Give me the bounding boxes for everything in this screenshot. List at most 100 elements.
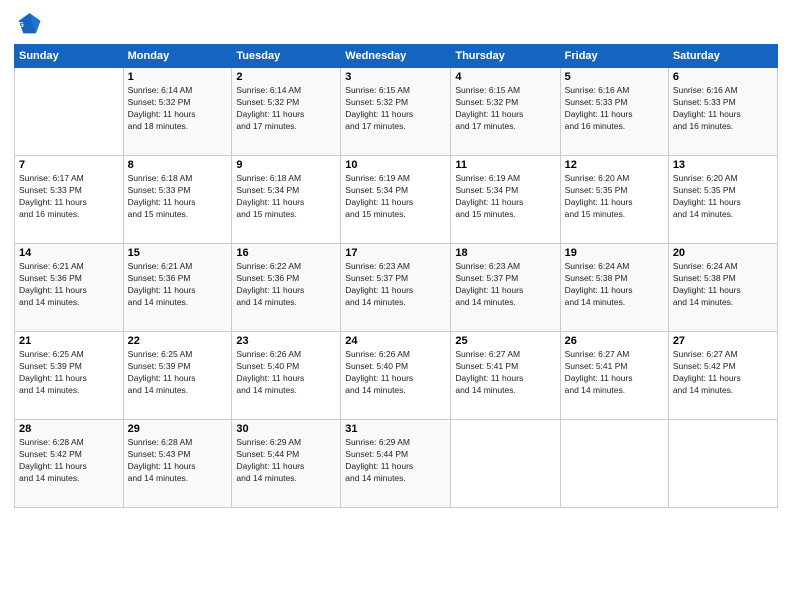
week-row-4: 21 Sunrise: 6:25 AMSunset: 5:39 PMDayligh… bbox=[15, 332, 778, 420]
day-cell: 5 Sunrise: 6:16 AMSunset: 5:33 PMDaylight… bbox=[560, 68, 668, 156]
day-info: Sunrise: 6:18 AMSunset: 5:34 PMDaylight:… bbox=[236, 173, 336, 221]
day-info: Sunrise: 6:16 AMSunset: 5:33 PMDaylight:… bbox=[565, 85, 664, 133]
day-number: 12 bbox=[565, 159, 664, 171]
day-cell: 3 Sunrise: 6:15 AMSunset: 5:32 PMDaylight… bbox=[341, 68, 451, 156]
col-header-monday: Monday bbox=[123, 45, 232, 68]
day-number: 18 bbox=[455, 247, 555, 259]
day-cell: 31Sunrise: 6:29 AMSunset: 5:44 PMDayligh… bbox=[341, 420, 451, 508]
day-cell: 2 Sunrise: 6:14 AMSunset: 5:32 PMDaylight… bbox=[232, 68, 341, 156]
day-number: 25 bbox=[455, 335, 555, 347]
day-number: 24 bbox=[345, 335, 446, 347]
day-cell: 11 Sunrise: 6:19 AMSunset: 5:34 PMDayligh… bbox=[451, 156, 560, 244]
day-cell: 28Sunrise: 6:28 AMSunset: 5:42 PMDayligh… bbox=[15, 420, 124, 508]
day-number: 23 bbox=[236, 335, 336, 347]
day-number: 11 bbox=[455, 159, 555, 171]
day-cell: 29 Sunrise: 6:28 AMSunset: 5:43 PMDayligh… bbox=[123, 420, 232, 508]
header: G bbox=[14, 10, 778, 38]
day-cell: 6Sunrise: 6:16 AMSunset: 5:33 PMDaylight… bbox=[668, 68, 777, 156]
day-cell: 25Sunrise: 6:27 AMSunset: 5:41 PMDayligh… bbox=[451, 332, 560, 420]
logo: G bbox=[14, 10, 46, 38]
day-number: 1 bbox=[128, 71, 228, 83]
day-number: 8 bbox=[128, 159, 228, 171]
day-cell: 12 Sunrise: 6:20 AMSunset: 5:35 PMDayligh… bbox=[560, 156, 668, 244]
day-info: Sunrise: 6:24 AMSunset: 5:38 PMDaylight:… bbox=[673, 261, 773, 309]
day-number: 26 bbox=[565, 335, 664, 347]
day-cell: 9 Sunrise: 6:18 AMSunset: 5:34 PMDaylight… bbox=[232, 156, 341, 244]
week-row-2: 7Sunrise: 6:17 AMSunset: 5:33 PMDaylight… bbox=[15, 156, 778, 244]
week-row-5: 28Sunrise: 6:28 AMSunset: 5:42 PMDayligh… bbox=[15, 420, 778, 508]
day-info: Sunrise: 6:27 AMSunset: 5:41 PMDaylight:… bbox=[565, 349, 664, 397]
col-header-wednesday: Wednesday bbox=[341, 45, 451, 68]
day-info: Sunrise: 6:21 AMSunset: 5:36 PMDaylight:… bbox=[128, 261, 228, 309]
day-info: Sunrise: 6:19 AMSunset: 5:34 PMDaylight:… bbox=[455, 173, 555, 221]
day-cell: 30 Sunrise: 6:29 AMSunset: 5:44 PMDayligh… bbox=[232, 420, 341, 508]
day-number: 30 bbox=[236, 423, 336, 435]
day-info: Sunrise: 6:27 AMSunset: 5:42 PMDaylight:… bbox=[673, 349, 773, 397]
day-info: Sunrise: 6:20 AMSunset: 5:35 PMDaylight:… bbox=[565, 173, 664, 221]
day-info: Sunrise: 6:15 AMSunset: 5:32 PMDaylight:… bbox=[455, 85, 555, 133]
day-info: Sunrise: 6:18 AMSunset: 5:33 PMDaylight:… bbox=[128, 173, 228, 221]
day-number: 14 bbox=[19, 247, 119, 259]
day-cell: 23 Sunrise: 6:26 AMSunset: 5:40 PMDayligh… bbox=[232, 332, 341, 420]
day-cell bbox=[451, 420, 560, 508]
day-cell bbox=[15, 68, 124, 156]
day-number: 21 bbox=[19, 335, 119, 347]
col-header-thursday: Thursday bbox=[451, 45, 560, 68]
day-info: Sunrise: 6:22 AMSunset: 5:36 PMDaylight:… bbox=[236, 261, 336, 309]
day-number: 15 bbox=[128, 247, 228, 259]
day-info: Sunrise: 6:24 AMSunset: 5:38 PMDaylight:… bbox=[565, 261, 664, 309]
day-cell: 15 Sunrise: 6:21 AMSunset: 5:36 PMDayligh… bbox=[123, 244, 232, 332]
day-number: 20 bbox=[673, 247, 773, 259]
col-header-tuesday: Tuesday bbox=[232, 45, 341, 68]
calendar-table: SundayMondayTuesdayWednesdayThursdayFrid… bbox=[14, 44, 778, 508]
day-info: Sunrise: 6:25 AMSunset: 5:39 PMDaylight:… bbox=[19, 349, 119, 397]
day-number: 7 bbox=[19, 159, 119, 171]
day-number: 13 bbox=[673, 159, 773, 171]
day-cell: 22Sunrise: 6:25 AMSunset: 5:39 PMDayligh… bbox=[123, 332, 232, 420]
day-cell: 19 Sunrise: 6:24 AMSunset: 5:38 PMDayligh… bbox=[560, 244, 668, 332]
day-info: Sunrise: 6:21 AMSunset: 5:36 PMDaylight:… bbox=[19, 261, 119, 309]
day-cell bbox=[668, 420, 777, 508]
day-number: 27 bbox=[673, 335, 773, 347]
day-info: Sunrise: 6:14 AMSunset: 5:32 PMDaylight:… bbox=[236, 85, 336, 133]
day-number: 5 bbox=[565, 71, 664, 83]
day-info: Sunrise: 6:29 AMSunset: 5:44 PMDaylight:… bbox=[236, 437, 336, 485]
day-cell: 1 Sunrise: 6:14 AMSunset: 5:32 PMDaylight… bbox=[123, 68, 232, 156]
day-cell bbox=[560, 420, 668, 508]
day-number: 29 bbox=[128, 423, 228, 435]
day-info: Sunrise: 6:23 AMSunset: 5:37 PMDaylight:… bbox=[345, 261, 446, 309]
day-info: Sunrise: 6:28 AMSunset: 5:43 PMDaylight:… bbox=[128, 437, 228, 485]
day-number: 4 bbox=[455, 71, 555, 83]
week-row-1: 1 Sunrise: 6:14 AMSunset: 5:32 PMDaylight… bbox=[15, 68, 778, 156]
day-number: 9 bbox=[236, 159, 336, 171]
col-header-friday: Friday bbox=[560, 45, 668, 68]
col-header-saturday: Saturday bbox=[668, 45, 777, 68]
day-number: 19 bbox=[565, 247, 664, 259]
day-info: Sunrise: 6:26 AMSunset: 5:40 PMDaylight:… bbox=[236, 349, 336, 397]
day-info: Sunrise: 6:15 AMSunset: 5:32 PMDaylight:… bbox=[345, 85, 446, 133]
header-row: SundayMondayTuesdayWednesdayThursdayFrid… bbox=[15, 45, 778, 68]
day-cell: 10Sunrise: 6:19 AMSunset: 5:34 PMDayligh… bbox=[341, 156, 451, 244]
day-cell: 4 Sunrise: 6:15 AMSunset: 5:32 PMDaylight… bbox=[451, 68, 560, 156]
day-info: Sunrise: 6:26 AMSunset: 5:40 PMDaylight:… bbox=[345, 349, 446, 397]
day-info: Sunrise: 6:29 AMSunset: 5:44 PMDaylight:… bbox=[345, 437, 446, 485]
day-cell: 17 Sunrise: 6:23 AMSunset: 5:37 PMDayligh… bbox=[341, 244, 451, 332]
day-number: 10 bbox=[345, 159, 446, 171]
day-cell: 8 Sunrise: 6:18 AMSunset: 5:33 PMDaylight… bbox=[123, 156, 232, 244]
day-number: 17 bbox=[345, 247, 446, 259]
day-cell: 7Sunrise: 6:17 AMSunset: 5:33 PMDaylight… bbox=[15, 156, 124, 244]
day-number: 28 bbox=[19, 423, 119, 435]
day-info: Sunrise: 6:23 AMSunset: 5:37 PMDaylight:… bbox=[455, 261, 555, 309]
day-number: 6 bbox=[673, 71, 773, 83]
day-info: Sunrise: 6:25 AMSunset: 5:39 PMDaylight:… bbox=[128, 349, 228, 397]
day-info: Sunrise: 6:20 AMSunset: 5:35 PMDaylight:… bbox=[673, 173, 773, 221]
page: G SundayMondayTuesdayWednesdayThursdayFr… bbox=[0, 0, 792, 612]
logo-icon: G bbox=[14, 10, 42, 38]
day-cell: 13 Sunrise: 6:20 AMSunset: 5:35 PMDayligh… bbox=[668, 156, 777, 244]
week-row-3: 14 Sunrise: 6:21 AMSunset: 5:36 PMDayligh… bbox=[15, 244, 778, 332]
day-cell: 18 Sunrise: 6:23 AMSunset: 5:37 PMDayligh… bbox=[451, 244, 560, 332]
day-info: Sunrise: 6:14 AMSunset: 5:32 PMDaylight:… bbox=[128, 85, 228, 133]
day-number: 3 bbox=[345, 71, 446, 83]
day-cell: 21 Sunrise: 6:25 AMSunset: 5:39 PMDayligh… bbox=[15, 332, 124, 420]
day-number: 2 bbox=[236, 71, 336, 83]
